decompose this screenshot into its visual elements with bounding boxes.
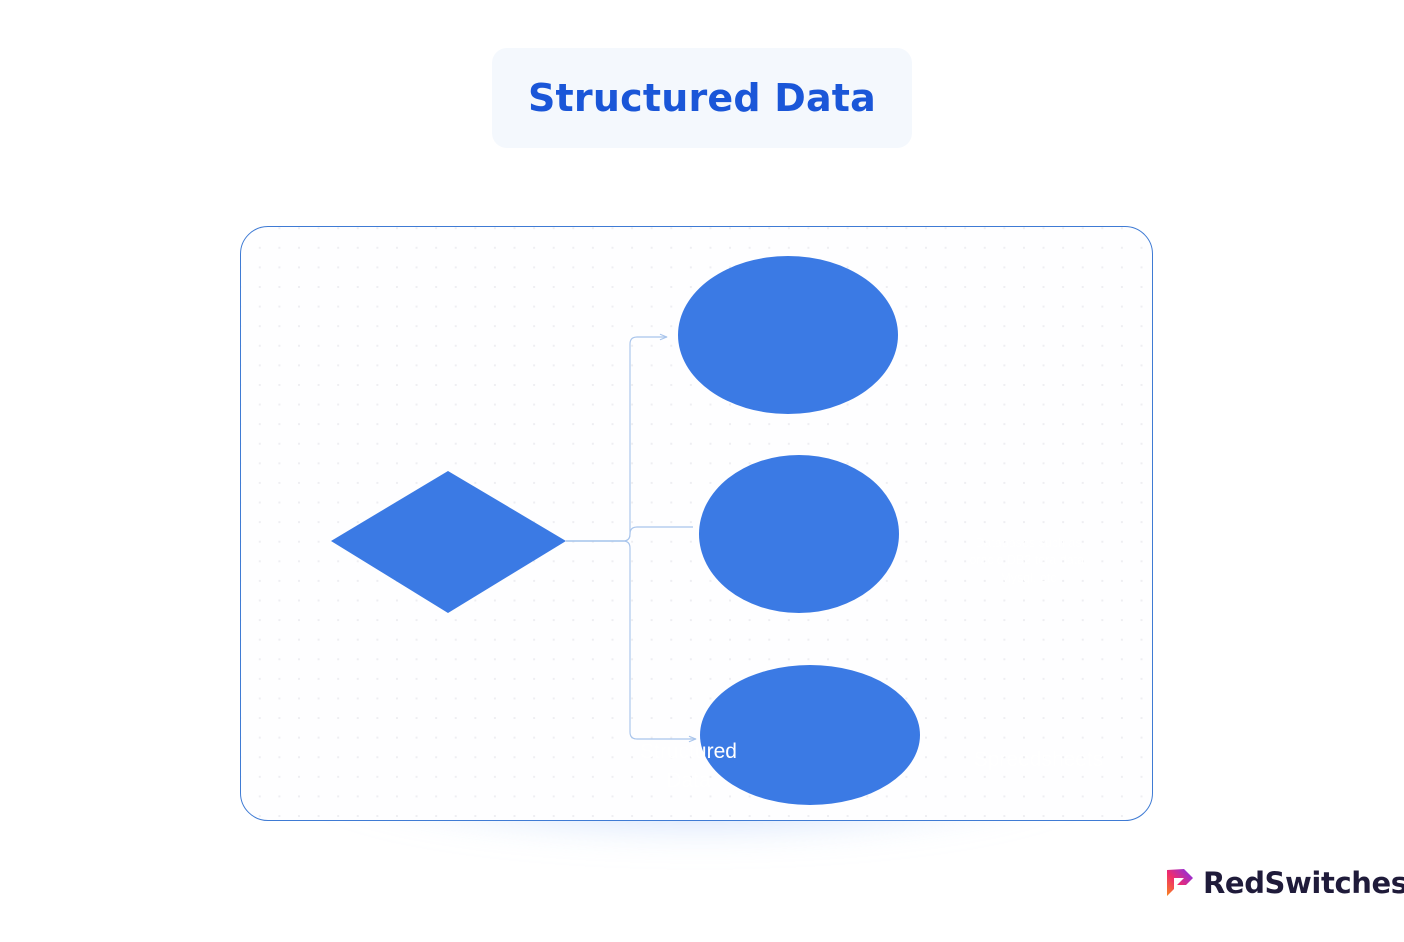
redswitches-arrow-icon xyxy=(1167,869,1193,896)
node-structured-data xyxy=(331,471,566,613)
connector-to-oltp xyxy=(566,540,697,743)
brand-name: RedSwitches xyxy=(1203,866,1404,900)
node-oltp xyxy=(700,665,920,805)
node-databases xyxy=(678,256,898,414)
page-title: Structured Data xyxy=(527,76,876,120)
connector-to-databases xyxy=(566,333,668,542)
flowchart-graphics xyxy=(331,256,920,805)
node-spreadsheets xyxy=(699,455,899,613)
diagram-card: Structured Data Databases such as oracle… xyxy=(240,226,1153,821)
infographic-canvas: Structured Data Structured Data Database… xyxy=(0,0,1404,942)
page-title-box: Structured Data xyxy=(492,48,912,148)
brand-logo: RedSwitches xyxy=(1164,866,1404,900)
